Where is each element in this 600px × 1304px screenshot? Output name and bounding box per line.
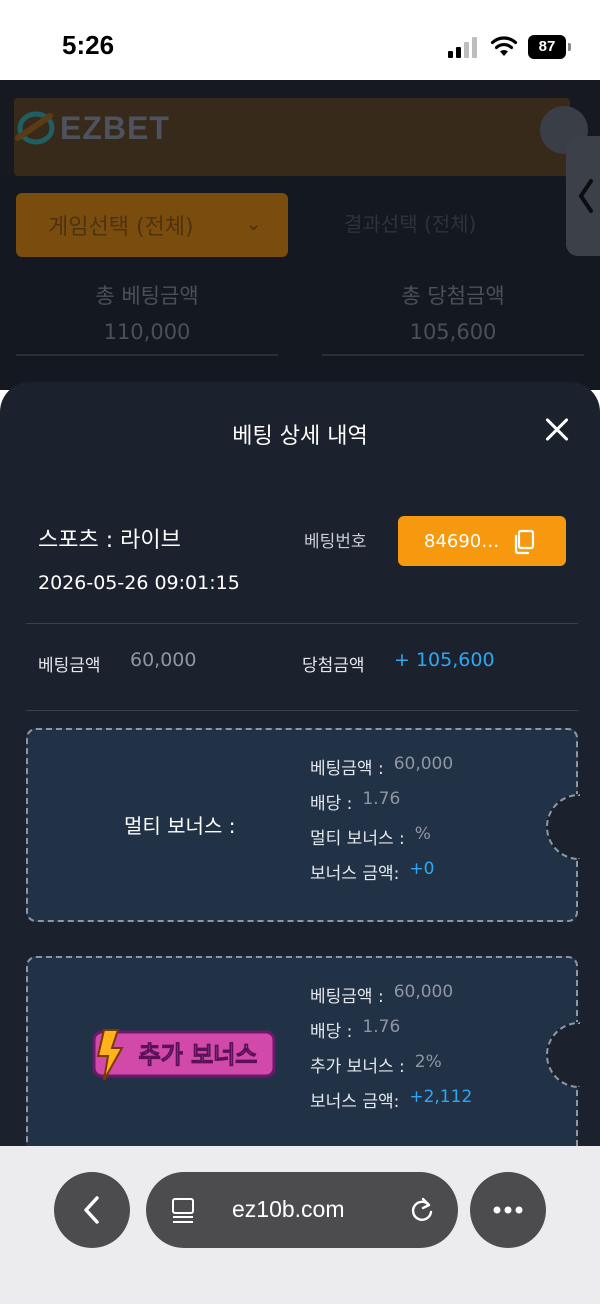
logo-mark-icon — [15, 111, 55, 145]
total-win-value: 105,600 — [409, 320, 497, 344]
logo-text: EZBET — [60, 109, 170, 146]
side-drawer-handle[interactable] — [566, 136, 600, 256]
detail-row: 베팅금액 :60,000 — [310, 754, 454, 779]
bet-amount-label: 베팅금액 — [38, 656, 101, 676]
total-win-label: 총 당첨금액 — [401, 284, 505, 308]
wifi-icon — [490, 36, 518, 56]
total-win-stat: 총 당첨금액 105,600 — [322, 280, 584, 356]
bet-datetime: 2026-05-26 09:01:15 — [38, 572, 240, 594]
multi-bonus-ticket: 멀티 보너스 : 베팅금액 :60,000 배당 :1.76 멀티 보너스 :%… — [26, 728, 580, 922]
clock: 5:26 — [62, 30, 115, 60]
win-amount-value: + 105,600 — [394, 649, 495, 671]
ellipsis-icon — [493, 1206, 523, 1214]
detail-row: 베팅금액 :60,000 — [310, 982, 454, 1007]
ezbet-logo: EZBET — [14, 108, 170, 148]
extra-bonus-details: 베팅금액 :60,000 배당 :1.76 추가 보너스 :2% 보너스 금액:… — [310, 982, 472, 1122]
chevron-down-icon: ⌄ — [245, 211, 262, 235]
page-menu-icon — [172, 1198, 194, 1223]
detail-row: 배당 :1.76 — [310, 1017, 401, 1042]
total-bet-value: 110,000 — [103, 320, 191, 344]
bet-number-value: 84690… — [424, 530, 500, 552]
sheet-title: 베팅 상세 내역 — [232, 424, 368, 449]
total-bet-label: 총 베팅금액 — [95, 284, 199, 308]
divider — [26, 710, 578, 711]
battery-level: 87 — [528, 35, 566, 59]
status-bar: 5:26 87 — [0, 0, 600, 80]
bet-detail-sheet: 베팅 상세 내역 스포츠 : 라이브 2026-05-26 09:01:15 베… — [0, 382, 600, 1182]
copy-icon — [514, 529, 535, 555]
result-select-dropdown: 결과선택 (전체) — [344, 212, 477, 236]
battery-icon: 87 — [528, 35, 572, 59]
game-select-label: 게임선택 (전체) — [48, 215, 194, 240]
detail-row: 추가 보너스 :2% — [310, 1052, 442, 1077]
close-button[interactable] — [540, 412, 576, 448]
detail-row: 배당 :1.76 — [310, 789, 401, 814]
detail-row: 멀티 보너스 :% — [310, 824, 431, 849]
svg-text:추가 보너스: 추가 보너스 — [139, 1041, 258, 1069]
copy-bet-number-button[interactable]: 84690… — [398, 516, 566, 566]
bet-number-label: 베팅번호 — [304, 532, 367, 552]
address-bar[interactable]: ez10b.com — [146, 1172, 458, 1248]
detail-row: 보너스 금액: +0 — [310, 859, 435, 884]
win-amount-label: 당첨금액 — [302, 656, 365, 676]
sport-type: 스포츠 : 라이브 — [38, 528, 181, 553]
more-options-button[interactable] — [470, 1172, 546, 1248]
chevron-left-icon — [84, 1196, 99, 1224]
bet-amount-value: 60,000 — [130, 649, 197, 671]
multi-bonus-title: 멀티 보너스 : — [124, 814, 236, 838]
back-button[interactable] — [54, 1172, 130, 1248]
reload-icon[interactable] — [408, 1196, 436, 1224]
detail-row: 보너스 금액: +2,112 — [310, 1087, 473, 1112]
chevron-left-icon — [578, 179, 593, 213]
total-bet-stat: 총 베팅금액 110,000 — [16, 280, 278, 356]
multi-bonus-details: 베팅금액 :60,000 배당 :1.76 멀티 보너스 :% 보너스 금액: +… — [310, 754, 453, 894]
site-header: EZBET — [0, 80, 600, 178]
cellular-signal-icon — [448, 37, 477, 58]
divider — [26, 623, 578, 624]
game-select-dropdown: 게임선택 (전체) ⌄ — [16, 193, 288, 257]
background-site: EZBET 게임선택 (전체) ⌄ 결과선택 (전체) 총 베팅금액 110,0… — [0, 80, 600, 390]
extra-bonus-badge: 추가 보너스 — [92, 1029, 276, 1081]
url-text: ez10b.com — [232, 1196, 345, 1222]
